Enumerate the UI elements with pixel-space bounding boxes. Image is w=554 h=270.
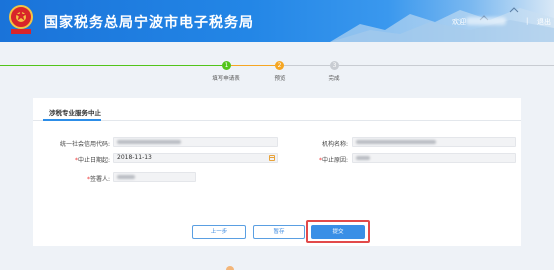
submit-highlight — [306, 220, 370, 243]
org-name-field[interactable] — [352, 137, 516, 147]
site-title: 国家税务总局宁波市电子税务局 — [44, 15, 254, 31]
step-2-circle: 2 — [275, 61, 284, 70]
signer-label: *签署人: — [52, 174, 110, 183]
stop-date-field[interactable]: 2018-11-13 — [113, 153, 278, 163]
title-accent — [43, 119, 101, 121]
step-3-label: 完成 — [328, 76, 340, 82]
stop-reason-field[interactable] — [352, 153, 516, 163]
calendar-icon[interactable] — [269, 155, 275, 161]
signer-label-text: 签署人: — [89, 176, 110, 183]
form-card: 涉税专业服务中止 — [33, 98, 521, 246]
signer-field[interactable] — [113, 172, 196, 182]
org-name-value — [356, 140, 436, 144]
step-3-circle: 3 — [330, 61, 339, 70]
save-draft-button[interactable]: 暂存 — [253, 225, 305, 239]
logout-link[interactable]: 退出 — [537, 17, 551, 27]
credit-code-field[interactable] — [113, 137, 278, 147]
step-line-2-3 — [284, 65, 330, 66]
form-title: 涉税专业服务中止 — [49, 109, 101, 117]
org-name-label: 机构名称: — [300, 139, 348, 148]
stop-reason-label-text: 中止原因: — [321, 157, 348, 164]
step-line-left — [0, 65, 222, 66]
welcome-text: 欢迎 — [452, 18, 466, 26]
prev-step-button[interactable]: 上一步 — [192, 225, 246, 239]
credit-code-label: 统一社会信用代码: — [52, 139, 110, 148]
stop-date-value: 2018-11-13 — [117, 154, 152, 161]
stop-reason-label: *中止原因: — [300, 155, 348, 164]
step-2-label: 预览 — [274, 76, 286, 82]
great-wall-banner — [330, 7, 554, 42]
stop-reason-value — [356, 156, 370, 160]
header-separator: | — [526, 17, 529, 25]
tax-emblem-icon — [9, 5, 33, 34]
credit-code-label-text: 统一社会信用代码: — [59, 141, 110, 148]
progress-steps: 1 2 3 填写申请表 预览 完成 — [0, 56, 554, 86]
step-1-circle: 1 — [222, 61, 231, 70]
step-line-right — [339, 65, 554, 66]
user-name — [466, 17, 506, 25]
org-name-label-text: 机构名称: — [321, 141, 348, 148]
step-1-label: 填写申请表 — [212, 76, 240, 82]
credit-code-value — [117, 140, 181, 144]
stop-date-label-text: 中止日期起: — [77, 157, 110, 164]
title-divider — [33, 120, 521, 121]
site-header: 国家税务总局宁波市电子税务局 欢迎 | 退出 — [0, 0, 554, 42]
signer-value — [117, 175, 135, 179]
bottom-decoration — [226, 266, 234, 270]
stop-date-label: *中止日期起: — [52, 155, 110, 164]
step-line-1-2 — [231, 65, 275, 66]
